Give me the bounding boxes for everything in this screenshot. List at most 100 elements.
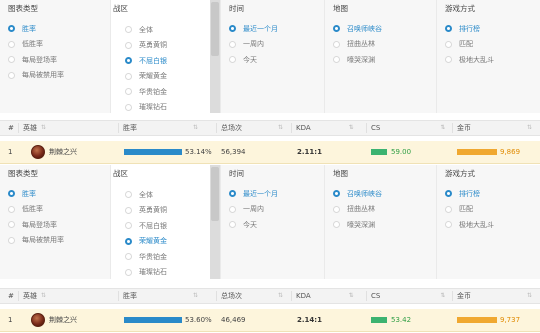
col-games[interactable]: 总场次 ⇅ <box>221 121 283 135</box>
col-hero[interactable]: 英雄 ⇅ <box>23 121 46 135</box>
chart-type-group: 图表类型 胜率 低胜率 每局登场率 每局被禁用率 <box>0 0 110 113</box>
mode-option-aram[interactable]: 极地大乱斗 <box>445 52 494 68</box>
radio-selected-icon <box>8 190 15 198</box>
sort-icon[interactable]: ⇅ <box>440 125 445 131</box>
scrollbar-thumb[interactable] <box>211 167 219 221</box>
radio-unselected-icon <box>229 56 236 64</box>
region-group: 战区 全体 英勇黄铜 不屈白银 荣耀黄金 华贵铂金 璀璨钻石 <box>110 165 210 279</box>
col-cs[interactable]: CS ⇅ <box>371 121 445 135</box>
radio-unselected-icon <box>125 41 132 49</box>
chart-type-header: 图表类型 <box>8 4 38 13</box>
chart-type-option-pickrate[interactable]: 每局登场率 <box>8 217 64 233</box>
table-row-1[interactable]: 1 荆棘之兴 53.14% 56,394 2.11:1 59.00 9,869 <box>0 141 540 164</box>
chart-type-option-winrate[interactable]: 胜率 <box>8 186 64 202</box>
map-option-rift[interactable]: 召唤师峡谷 <box>333 21 382 37</box>
region-option-all[interactable]: 全体 <box>125 22 167 38</box>
chart-type-option-banrate[interactable]: 每局被禁用率 <box>8 233 64 249</box>
region-option-gold[interactable]: 荣耀黄金 <box>125 234 167 250</box>
col-winrate[interactable]: 胜率 ⇅ <box>123 121 198 135</box>
time-option-week[interactable]: 一周内 <box>229 202 278 218</box>
row-rank: 1 <box>8 148 13 156</box>
mode-header: 游戏方式 <box>445 169 475 178</box>
mode-option-ranked[interactable]: 排行榜 <box>445 186 494 202</box>
radio-unselected-icon <box>333 56 340 64</box>
row-kda: 2.11:1 <box>297 148 322 156</box>
region-option-silver[interactable]: 不屈白银 <box>125 218 167 234</box>
col-kda[interactable]: KDA ⇅ <box>296 121 354 135</box>
region-scrollbar[interactable] <box>210 0 220 113</box>
map-option-rift[interactable]: 召唤师峡谷 <box>333 186 382 202</box>
hero-portrait <box>31 145 45 159</box>
hero-portrait <box>31 313 45 327</box>
col-hero[interactable]: 英雄 ⇅ <box>23 289 46 303</box>
radio-unselected-icon <box>8 71 15 79</box>
row-rank: 1 <box>8 316 13 324</box>
mode-header: 游戏方式 <box>445 4 475 13</box>
radio-unselected-icon <box>229 40 236 48</box>
region-option-bronze[interactable]: 英勇黄铜 <box>125 38 167 54</box>
sort-icon[interactable]: ⇅ <box>440 293 445 299</box>
scrollbar-thumb[interactable] <box>211 2 219 56</box>
radio-selected-icon <box>125 237 132 245</box>
time-header: 时间 <box>229 169 244 178</box>
map-option-treeline[interactable]: 扭曲丛林 <box>333 202 382 218</box>
time-option-today[interactable]: 今天 <box>229 52 278 68</box>
sort-icon[interactable]: ⇅ <box>527 125 532 131</box>
map-group: 地图 召唤师峡谷 扭曲丛林 嚎哭深渊 <box>324 165 436 279</box>
sort-icon[interactable]: ⇅ <box>41 293 46 299</box>
time-option-month[interactable]: 最近一个月 <box>229 186 278 202</box>
col-cs[interactable]: CS ⇅ <box>371 289 445 303</box>
chart-type-option-low-winrate[interactable]: 低胜率 <box>8 37 64 53</box>
map-option-abyss[interactable]: 嚎哭深渊 <box>333 52 382 68</box>
region-option-bronze[interactable]: 英勇黄铜 <box>125 203 167 219</box>
sort-icon[interactable]: ⇅ <box>278 125 283 131</box>
sort-icon[interactable]: ⇅ <box>349 293 354 299</box>
mode-option-normal[interactable]: 匹配 <box>445 37 494 53</box>
col-winrate[interactable]: 胜率 ⇅ <box>123 289 198 303</box>
radio-selected-icon <box>445 25 452 33</box>
region-option-all[interactable]: 全体 <box>125 187 167 203</box>
region-option-platinum[interactable]: 华贵铂金 <box>125 84 167 100</box>
mode-option-aram[interactable]: 极地大乱斗 <box>445 217 494 233</box>
radio-unselected-icon <box>125 103 132 111</box>
chart-type-option-pickrate[interactable]: 每局登场率 <box>8 52 64 68</box>
time-group: 时间 最近一个月 一周内 今天 <box>220 0 324 113</box>
row-hero[interactable]: 荆棘之兴 <box>31 141 77 163</box>
col-gold[interactable]: 金币 ⇅ <box>457 289 532 303</box>
gold-bar <box>457 149 497 155</box>
map-option-treeline[interactable]: 扭曲丛林 <box>333 37 382 53</box>
time-option-week[interactable]: 一周内 <box>229 37 278 53</box>
sort-icon[interactable]: ⇅ <box>193 293 198 299</box>
radio-unselected-icon <box>125 72 132 80</box>
sort-icon[interactable]: ⇅ <box>278 293 283 299</box>
sort-icon[interactable]: ⇅ <box>349 125 354 131</box>
chart-type-option-low-winrate[interactable]: 低胜率 <box>8 202 64 218</box>
time-option-today[interactable]: 今天 <box>229 217 278 233</box>
col-gold[interactable]: 金币 ⇅ <box>457 121 532 135</box>
sort-icon[interactable]: ⇅ <box>527 293 532 299</box>
region-scrollbar[interactable] <box>210 165 220 279</box>
map-option-abyss[interactable]: 嚎哭深渊 <box>333 217 382 233</box>
table-header-1: # 英雄 ⇅ 胜率 ⇅ 总场次 ⇅ KDA ⇅ CS ⇅ 金币 ⇅ <box>0 120 540 136</box>
region-option-diamond[interactable]: 璀璨钻石 <box>125 100 167 116</box>
time-option-month[interactable]: 最近一个月 <box>229 21 278 37</box>
col-kda[interactable]: KDA ⇅ <box>296 289 354 303</box>
mode-option-ranked[interactable]: 排行榜 <box>445 21 494 37</box>
table-row-2[interactable]: 1 荆棘之兴 53.60% 46,469 2.14:1 53.42 9,737 <box>0 309 540 332</box>
row-gold: 9,869 <box>500 148 521 156</box>
region-option-diamond[interactable]: 璀璨钻石 <box>125 265 167 281</box>
radio-unselected-icon <box>445 205 452 213</box>
region-option-platinum[interactable]: 华贵铂金 <box>125 249 167 265</box>
mode-option-normal[interactable]: 匹配 <box>445 202 494 218</box>
sort-icon[interactable]: ⇅ <box>41 125 46 131</box>
region-option-gold[interactable]: 荣耀黄金 <box>125 69 167 85</box>
region-option-silver[interactable]: 不屈白银 <box>125 53 167 69</box>
row-hero[interactable]: 荆棘之兴 <box>31 309 77 331</box>
col-games[interactable]: 总场次 ⇅ <box>221 289 283 303</box>
radio-unselected-icon <box>333 205 340 213</box>
chart-type-option-winrate[interactable]: 胜率 <box>8 21 64 37</box>
sort-icon[interactable]: ⇅ <box>193 125 198 131</box>
radio-unselected-icon <box>125 253 132 261</box>
mode-group: 游戏方式 排行榜 匹配 极地大乱斗 <box>436 165 540 279</box>
chart-type-option-banrate[interactable]: 每局被禁用率 <box>8 68 64 84</box>
